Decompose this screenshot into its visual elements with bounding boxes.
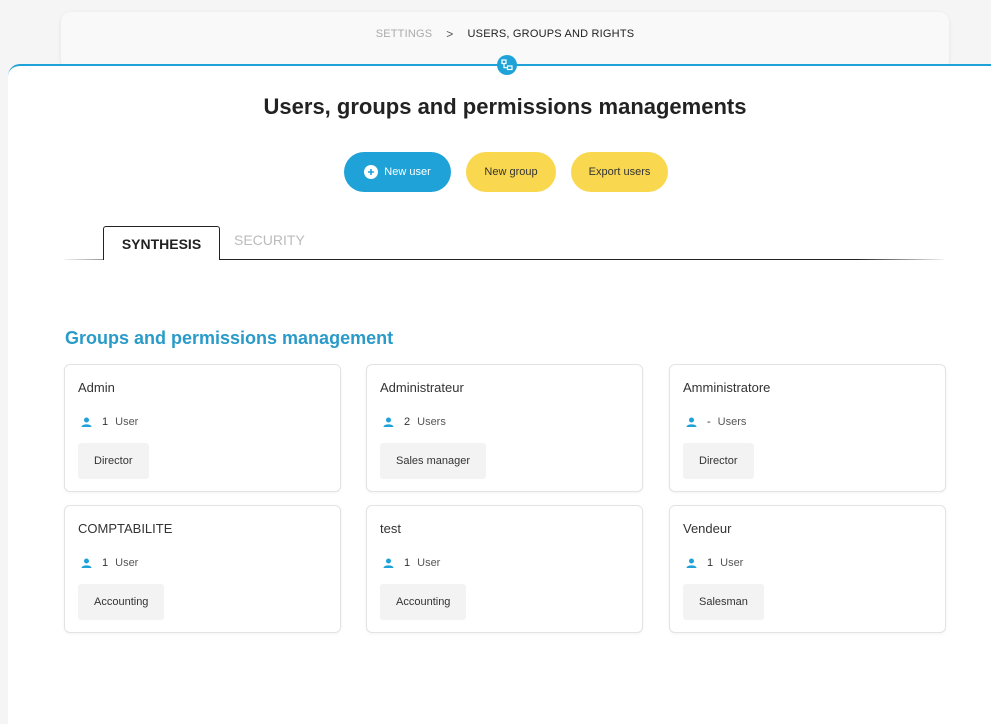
user-count-unit: User xyxy=(115,557,139,569)
group-role-tag: Accounting xyxy=(380,584,467,620)
group-card[interactable]: Administrateur 2 Users Sales manager xyxy=(366,364,643,492)
group-name: COMPTABILITE xyxy=(78,521,173,536)
user-count-unit: Users xyxy=(717,416,747,428)
group-role-tag: Salesman xyxy=(683,584,764,620)
group-role-tag: Director xyxy=(78,443,149,479)
group-user-count: 1 User xyxy=(686,557,743,569)
group-role-tag: Accounting xyxy=(78,584,165,620)
tab-security[interactable]: SECURITY xyxy=(234,232,305,248)
group-name: test xyxy=(380,521,401,536)
user-count: 1 xyxy=(707,557,714,569)
user-count: 2 xyxy=(404,416,411,428)
export-users-button[interactable]: Export users xyxy=(571,152,668,192)
group-user-count: 1 User xyxy=(81,557,138,569)
user-icon xyxy=(81,417,92,427)
user-icon xyxy=(383,558,394,568)
group-name: Administrateur xyxy=(380,380,464,395)
group-name: Admin xyxy=(78,380,115,395)
section-title: Groups and permissions management xyxy=(65,328,394,348)
user-icon xyxy=(686,558,697,568)
new-user-button[interactable]: New user xyxy=(344,152,451,192)
user-count-unit: User xyxy=(417,557,441,569)
group-user-count: 1 User xyxy=(81,416,138,428)
action-buttons: New user New group Export users xyxy=(344,152,668,192)
group-user-count: 2 Users xyxy=(383,416,446,428)
group-card[interactable]: Vendeur 1 User Salesman xyxy=(669,505,946,633)
user-count: 1 xyxy=(102,416,109,428)
user-icon xyxy=(81,558,92,568)
group-card[interactable]: test 1 User Accounting xyxy=(366,505,643,633)
page-title: Users, groups and permissions management… xyxy=(263,94,747,119)
group-card[interactable]: COMPTABILITE 1 User Accounting xyxy=(64,505,341,633)
tabs: SYNTHESIS SECURITY xyxy=(64,226,944,262)
user-count-unit: User xyxy=(115,416,139,428)
user-icon xyxy=(686,417,697,427)
user-count: - xyxy=(707,416,711,428)
new-group-button[interactable]: New group xyxy=(466,152,556,192)
group-role-tag: Sales manager xyxy=(380,443,486,479)
group-name: Vendeur xyxy=(683,521,732,536)
user-count: 1 xyxy=(404,557,411,569)
group-card[interactable]: Admin 1 User Director xyxy=(64,364,341,492)
user-count: 1 xyxy=(102,557,109,569)
group-name: Amministratore xyxy=(683,380,771,395)
tab-synthesis[interactable]: SYNTHESIS xyxy=(103,226,220,260)
new-user-label: New user xyxy=(384,166,431,178)
group-user-count: - Users xyxy=(686,416,746,428)
group-user-count: 1 User xyxy=(383,557,440,569)
org-chart-icon xyxy=(497,55,517,75)
group-role-tag: Director xyxy=(683,443,754,479)
user-count-unit: User xyxy=(720,557,744,569)
group-card[interactable]: Amministratore - Users Director xyxy=(669,364,946,492)
user-count-unit: Users xyxy=(417,416,446,428)
plus-circle-icon xyxy=(364,165,379,179)
user-icon xyxy=(383,417,394,427)
